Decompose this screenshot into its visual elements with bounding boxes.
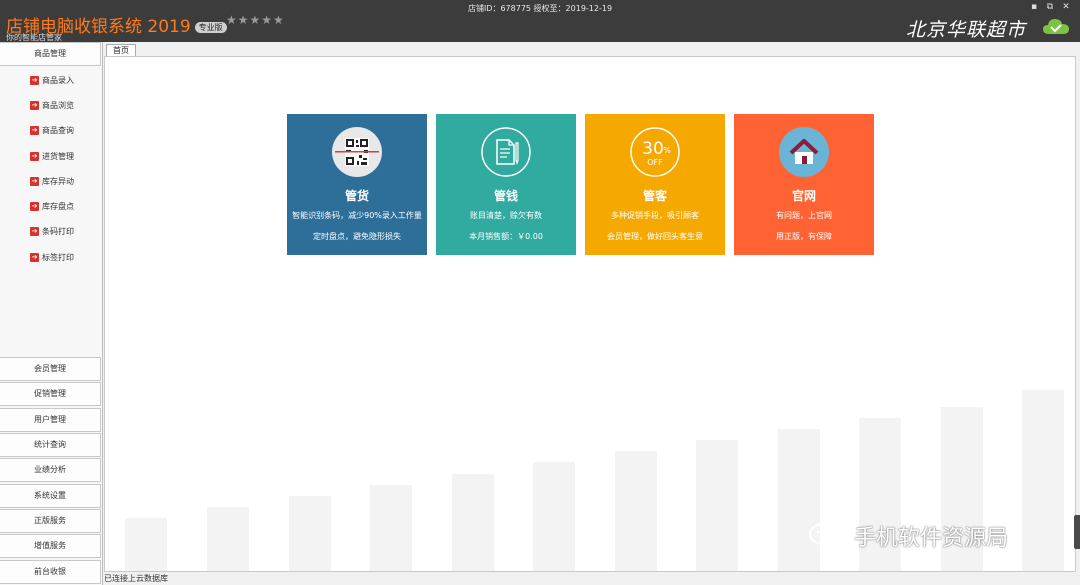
sidebar-item-stock-change[interactable]: ➔ 库存异动 xyxy=(30,175,74,189)
chat-bubbles-icon xyxy=(809,523,847,549)
discount-percent: % xyxy=(663,146,671,155)
card-line-1: 账目清楚，赊欠有数 xyxy=(470,211,542,220)
card-title: 管客 xyxy=(642,189,667,203)
sidebar-group-value-added[interactable]: 增值服务 xyxy=(0,534,101,558)
arrow-right-icon: ➔ xyxy=(30,76,39,85)
bg-bar xyxy=(289,496,331,571)
sidebar-group-member[interactable]: 会员管理 xyxy=(0,357,101,381)
cloud-check-icon xyxy=(1043,19,1069,34)
card-line-2: 本月销售额：￥0.00 xyxy=(469,232,543,241)
sidebar-group-settings[interactable]: 系统设置 xyxy=(0,484,101,508)
sidebar-group-promotion[interactable]: 促销管理 xyxy=(0,382,101,406)
bg-bar xyxy=(125,518,167,571)
home-icon xyxy=(779,127,829,177)
card-line-2: 会员管理，做好回头客生意 xyxy=(607,232,703,241)
title-bar: 店铺电脑收银系统 2019 专业版 ★★★★★ 你的智能店管家 店铺ID：6787… xyxy=(0,0,1080,42)
qr-scan-icon xyxy=(332,127,382,177)
sidebar-group-performance[interactable]: 业绩分析 xyxy=(0,458,101,482)
watermark-text: 手机软件资源局 xyxy=(854,526,1009,551)
sidebar-group-statistics[interactable]: 统计查询 xyxy=(0,433,101,457)
card-line-1: 多种促销手段，吸引顾客 xyxy=(611,211,699,220)
card-manage-money[interactable]: 管钱 账目清楚，赊欠有数 本月销售额：￥0.00 xyxy=(436,114,576,255)
card-title: 管货 xyxy=(344,189,369,203)
arrow-right-icon: ➔ xyxy=(30,101,39,110)
card-line-2: 用正版，有保障 xyxy=(776,232,832,241)
bg-bar xyxy=(1022,390,1064,571)
sidebar-item-label: 标签打印 xyxy=(42,253,74,262)
tab-strip: 首页 xyxy=(103,43,1080,57)
edge-handle[interactable] xyxy=(1074,515,1080,549)
arrow-right-icon: ➔ xyxy=(30,227,39,236)
sidebar-item-label: 条码打印 xyxy=(42,227,74,236)
card-line-1: 有问题，上官网 xyxy=(776,211,832,220)
store-brand-name: 北京华联超市 xyxy=(905,19,1026,41)
sidebar-item-stock-count[interactable]: ➔ 库存盘点 xyxy=(30,200,74,214)
sidebar: 商品管理 ➔ 商品录入 ➔ 商品浏览 ➔ 商品查询 ➔ 进货管理 ➔ 库存异动 ➔ 库存盘点… xyxy=(0,42,103,585)
sidebar-item-goods-browse[interactable]: ➔ 商品浏览 xyxy=(30,99,74,113)
card-line-2: 定时盘点，避免隐形损失 xyxy=(313,232,401,241)
sidebar-item-purchase[interactable]: ➔ 进货管理 xyxy=(30,150,74,164)
bg-bar xyxy=(207,507,249,571)
home-content: 管货 智能识别条码，减少90%录入工作量 定时盘点，避免隐形损失 管钱 账目清楚… xyxy=(104,56,1076,572)
document-pen-icon xyxy=(481,127,531,177)
arrow-right-icon: ➔ xyxy=(30,152,39,161)
sidebar-group-license[interactable]: 正版服务 xyxy=(0,509,101,533)
bg-bar xyxy=(452,474,494,571)
sidebar-item-label: 商品浏览 xyxy=(42,101,74,110)
sidebar-item-label: 库存盘点 xyxy=(42,202,74,211)
sidebar-item-label: 商品录入 xyxy=(42,76,74,85)
status-bar: 已连接上云数据库 xyxy=(104,574,168,583)
sidebar-item-goods-entry[interactable]: ➔ 商品录入 xyxy=(30,74,74,88)
store-info: 店铺ID：678775 授权至：2019-12-19 xyxy=(467,4,613,13)
edition-badge: 专业版 xyxy=(194,21,227,33)
bg-bar xyxy=(615,451,657,571)
card-official-site[interactable]: 官网 有问题，上官网 用正版，有保障 xyxy=(734,114,874,255)
bg-bar xyxy=(370,485,412,571)
arrow-right-icon: ➔ xyxy=(30,126,39,135)
arrow-right-icon: ➔ xyxy=(30,177,39,186)
rating-stars: ★★★★★ xyxy=(226,13,285,27)
card-manage-customers[interactable]: 30 % OFF 管客 多种促销手段，吸引顾客 会员管理，做好回头客生意 xyxy=(585,114,725,255)
arrow-right-icon: ➔ xyxy=(30,202,39,211)
discount-number: 30 xyxy=(642,139,664,159)
sidebar-item-label: 库存异动 xyxy=(42,177,74,186)
arrow-right-icon: ➔ xyxy=(30,253,39,262)
sidebar-item-label-print[interactable]: ➔ 标签打印 xyxy=(30,251,74,265)
sidebar-item-goods-query[interactable]: ➔ 商品查询 xyxy=(30,124,74,138)
discount-30-off-icon: 30 % OFF xyxy=(630,127,680,177)
sidebar-group-user[interactable]: 用户管理 xyxy=(0,408,101,432)
card-line-1: 智能识别条码，减少90%录入工作量 xyxy=(292,211,422,220)
minimize-button[interactable]: ▪ xyxy=(1028,2,1040,12)
bg-bar xyxy=(778,429,820,571)
restore-button[interactable]: ⧉ xyxy=(1044,2,1056,12)
card-title: 官网 xyxy=(791,189,816,203)
bg-bar xyxy=(696,440,738,571)
bg-bar xyxy=(533,462,575,571)
discount-off: OFF xyxy=(647,158,663,167)
card-title: 管钱 xyxy=(493,189,518,203)
card-manage-goods[interactable]: 管货 智能识别条码，减少90%录入工作量 定时盘点，避免隐形损失 xyxy=(287,114,427,255)
sidebar-item-label: 进货管理 xyxy=(42,152,74,161)
sidebar-group-front-cashier[interactable]: 前台收银 xyxy=(0,560,101,584)
sidebar-item-barcode-print[interactable]: ➔ 条码打印 xyxy=(30,225,74,239)
close-button[interactable]: ✕ xyxy=(1060,2,1072,12)
sidebar-group-goods[interactable]: 商品管理 xyxy=(0,42,101,66)
sidebar-item-label: 商品查询 xyxy=(42,126,74,135)
